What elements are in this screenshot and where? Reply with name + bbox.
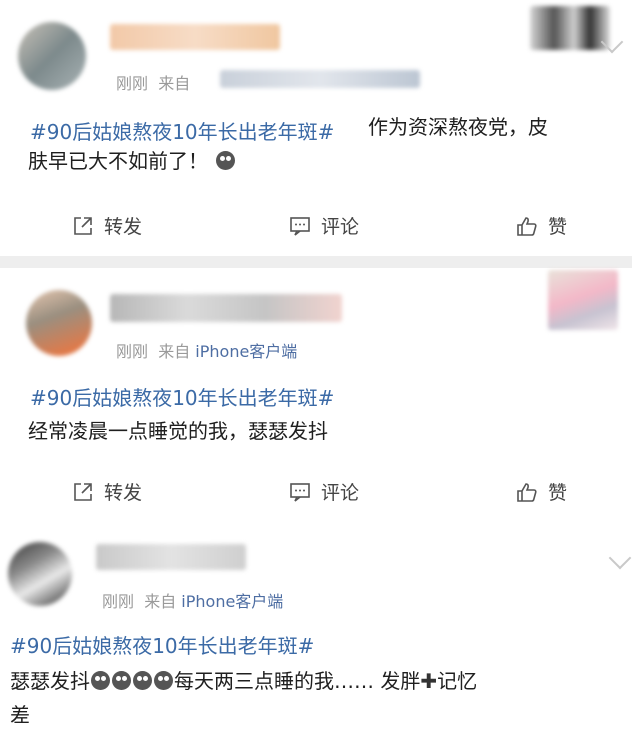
repost-icon: [74, 216, 92, 235]
post-1: 刚刚 来自 #90后姑娘熬夜10年长出老年斑# 作为资深熬夜党，皮 肤早已大不如…: [0, 0, 632, 254]
comment-button[interactable]: 评论: [289, 212, 359, 239]
username-blurred[interactable]: [96, 544, 246, 570]
post-text-line1: 作为资深熬夜党，皮: [368, 115, 548, 139]
emoji-icon: [91, 671, 110, 690]
chevron-down-icon[interactable]: [608, 546, 632, 570]
post-source: iPhone客户端: [195, 342, 298, 361]
post-text-line1: 经常凌晨一点睡觉的我，瑟瑟发抖: [28, 419, 328, 443]
post-source: iPhone客户端: [181, 592, 284, 611]
post-from: 来自: [158, 74, 191, 93]
emoji-icon: [154, 671, 173, 690]
post-meta: 刚刚 来自: [116, 70, 190, 94]
post-3: 刚刚 来自 iPhone客户端 #90后姑娘熬夜10年长出老年斑# 瑟瑟发抖 每天…: [0, 528, 632, 730]
like-button[interactable]: 赞: [516, 212, 567, 239]
avatar[interactable]: [18, 22, 86, 90]
post-meta: 刚刚 来自 iPhone客户端: [102, 588, 283, 612]
post-divider: [0, 256, 632, 268]
repost-button[interactable]: 转发: [72, 478, 142, 505]
post-time: 刚刚: [102, 592, 135, 611]
repost-button[interactable]: 转发: [72, 212, 142, 239]
post-2: 刚刚 来自 iPhone客户端 #90后姑娘熬夜10年长出老年斑# 经常凌晨一点…: [0, 268, 632, 516]
emoji-icon: [133, 671, 152, 690]
comment-icon: [290, 216, 310, 236]
topic-link[interactable]: #90后姑娘熬夜10年长出老年斑#: [30, 116, 334, 145]
avatar[interactable]: [26, 290, 92, 356]
like-icon: [517, 216, 537, 236]
topic-link[interactable]: #90后姑娘熬夜10年长出老年斑#: [30, 382, 334, 411]
comment-icon: [290, 482, 310, 502]
username-blurred[interactable]: [110, 294, 342, 322]
comment-button[interactable]: 评论: [289, 478, 359, 505]
badge-blurred: [548, 270, 618, 330]
post-time: 刚刚: [116, 342, 149, 361]
badge-blurred: [530, 6, 610, 50]
plus-icon: ✚: [420, 669, 438, 693]
post-time: 刚刚: [116, 74, 149, 93]
emoji-icon: [112, 671, 131, 690]
like-button[interactable]: 赞: [516, 478, 567, 505]
post-meta: 刚刚 来自 iPhone客户端: [116, 338, 297, 362]
emoji-icon: [216, 151, 235, 170]
avatar[interactable]: [8, 542, 72, 606]
topic-link[interactable]: #90后姑娘熬夜10年长出老年斑#: [10, 630, 314, 659]
like-icon: [517, 482, 537, 502]
post-from: 来自: [144, 592, 177, 611]
post-from: 来自: [158, 342, 191, 361]
post-text-line2: 差: [10, 703, 30, 727]
action-bar: 转发 评论 赞: [0, 472, 632, 512]
post-text-line2: 肤早已大不如前了！: [28, 144, 236, 178]
post-text-line1: 瑟瑟发抖 每天两三点睡的我…… 发胖✚记忆: [10, 664, 477, 698]
repost-icon: [74, 482, 92, 501]
username-blurred[interactable]: [110, 24, 280, 50]
action-bar: 转发 评论 赞: [0, 206, 632, 246]
source-blurred: [220, 70, 420, 88]
